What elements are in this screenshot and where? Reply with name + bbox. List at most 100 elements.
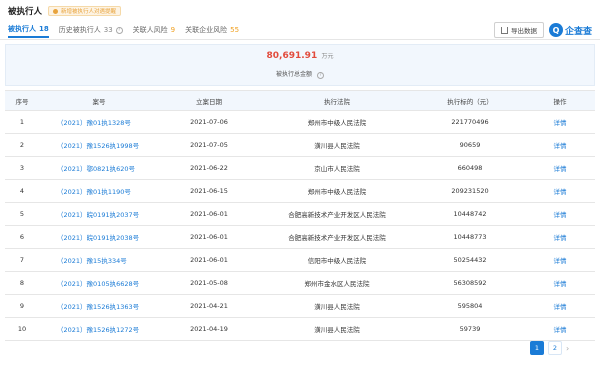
detail-link[interactable]: 详情: [525, 271, 595, 295]
case-number-link[interactable]: （2021）豫1526执1363号: [39, 294, 159, 318]
column-header-amount: 执行标的（元）: [415, 90, 525, 111]
execution-amount: 660498: [415, 156, 525, 180]
row-number: 7: [5, 248, 39, 272]
detail-link[interactable]: 详情: [525, 156, 595, 180]
case-number-link[interactable]: （2021）皖0191执2037号: [39, 202, 159, 226]
filing-date: 2021-07-06: [159, 110, 259, 134]
case-number-link[interactable]: （2021）皖0191执2038号: [39, 225, 159, 249]
header: 被执行人 新增被执行人对遇提醒: [8, 4, 122, 18]
table-row: 9 （2021）豫1526执1363号 2021-04-21 潢川县人民法院 59580…: [5, 294, 595, 318]
execution-amount: 10448773: [415, 225, 525, 249]
summary-panel: 80,691.91 万元 被执行总金额 ?: [5, 44, 595, 86]
logo-icon: Q: [549, 23, 563, 37]
court-name: 京山市人民法院: [259, 156, 415, 180]
case-number-link[interactable]: （2021）豫1526执1998号: [39, 133, 159, 157]
detail-link[interactable]: 详情: [525, 202, 595, 226]
tab-bar: 被执行人 18 历史被执行人 33 ? 关联人风险 9 关联企业风险 55: [8, 22, 249, 38]
tab-related-company-risk[interactable]: 关联企业风险 55: [185, 22, 239, 38]
bell-icon: [53, 8, 59, 14]
court-name: 信阳市中级人民法院: [259, 248, 415, 272]
row-number: 9: [5, 294, 39, 318]
execution-amount: 10448742: [415, 202, 525, 226]
execution-amount: 209231520: [415, 179, 525, 203]
detail-link[interactable]: 详情: [525, 248, 595, 272]
court-name: 郑州市金水区人民法院: [259, 271, 415, 295]
table-row: 5 （2021）皖0191执2037号 2021-06-01 合肥高新技术产业开发区人…: [5, 202, 595, 226]
alert-tag[interactable]: 新增被执行人对遇提醒: [48, 6, 122, 16]
info-icon[interactable]: ?: [115, 26, 123, 34]
filing-date: 2021-06-15: [159, 179, 259, 203]
detail-link[interactable]: 详情: [525, 225, 595, 249]
filing-date: 2021-06-01: [159, 248, 259, 272]
table-row: 10 （2021）豫1526执1272号 2021-04-19 潢川县人民法院 5973…: [5, 317, 595, 341]
table-row: 8 （2021）豫0105执6628号 2021-05-08 郑州市金水区人民法院 56…: [5, 271, 595, 295]
detail-link[interactable]: 详情: [525, 294, 595, 318]
case-number-link[interactable]: （2021）豫1526执1272号: [39, 317, 159, 341]
filing-date: 2021-05-08: [159, 271, 259, 295]
row-number: 4: [5, 179, 39, 203]
court-name: 郑州市中级人民法院: [259, 179, 415, 203]
table-row: 6 （2021）皖0191执2038号 2021-06-01 合肥高新技术产业开发区人…: [5, 225, 595, 249]
case-number-link[interactable]: （2021）豫15执334号: [39, 248, 159, 272]
execution-amount: 90659: [415, 133, 525, 157]
case-number-link[interactable]: （2021）豫01执1328号: [39, 110, 159, 134]
tab-count: 55: [230, 26, 240, 34]
row-number: 1: [5, 110, 39, 134]
total-amount-label: 被执行总金额 ?: [6, 69, 594, 79]
execution-amount: 56308592: [415, 271, 525, 295]
export-button[interactable]: 导出数据: [494, 22, 544, 38]
total-amount: 80,691.91 万元: [6, 51, 594, 61]
row-number: 3: [5, 156, 39, 180]
tab-count: 18: [39, 25, 49, 33]
row-number: 6: [5, 225, 39, 249]
column-header-date: 立案日期: [159, 90, 259, 111]
case-number-link[interactable]: （2021）鄂0821执620号: [39, 156, 159, 180]
detail-link[interactable]: 详情: [525, 317, 595, 341]
table-row: 7 （2021）豫15执334号 2021-06-01 信阳市中级人民法院 502544…: [5, 248, 595, 272]
total-amount-value: 80,691.91: [266, 51, 318, 61]
export-icon: [501, 26, 508, 34]
case-number-link[interactable]: （2021）豫0105执6628号: [39, 271, 159, 295]
detail-link[interactable]: 详情: [525, 110, 595, 134]
logo-text: 企查查: [565, 26, 593, 37]
column-header-case: 案号: [39, 90, 159, 111]
column-header-action: 操作: [525, 90, 595, 111]
tab-executed-person[interactable]: 被执行人 18: [8, 22, 49, 38]
brand-logo: Q 企查查: [549, 22, 592, 38]
court-name: 潢川县人民法院: [259, 133, 415, 157]
row-number: 2: [5, 133, 39, 157]
court-name: 潢川县人民法院: [259, 317, 415, 341]
table-row: 1 （2021）豫01执1328号 2021-07-06 郑州市中级人民法院 22177…: [5, 110, 595, 134]
execution-amount: 50254432: [415, 248, 525, 272]
pagination: 1 2 ›: [530, 341, 569, 355]
filing-date: 2021-06-01: [159, 225, 259, 249]
executed-person-table: 序号 案号 立案日期 执行法院 执行标的（元） 操作 1 （2021）豫01执13…: [5, 90, 595, 341]
tab-history-executed-person[interactable]: 历史被执行人 33 ?: [59, 22, 123, 38]
detail-link[interactable]: 详情: [525, 133, 595, 157]
next-page-icon[interactable]: ›: [566, 344, 569, 353]
table-row: 4 （2021）豫01执1190号 2021-06-15 郑州市中级人民法院 20923…: [5, 179, 595, 203]
court-name: 郑州市中级人民法院: [259, 110, 415, 134]
export-label: 导出数据: [511, 27, 537, 35]
row-number: 10: [5, 317, 39, 341]
execution-amount: 221770496: [415, 110, 525, 134]
execution-amount: 595804: [415, 294, 525, 318]
filing-date: 2021-06-22: [159, 156, 259, 180]
alert-tag-label: 新增被执行人对遇提醒: [61, 9, 117, 15]
info-icon[interactable]: ?: [316, 71, 324, 79]
filing-date: 2021-07-05: [159, 133, 259, 157]
detail-link[interactable]: 详情: [525, 179, 595, 203]
court-name: 潢川县人民法院: [259, 294, 415, 318]
filing-date: 2021-04-21: [159, 294, 259, 318]
page-1-button[interactable]: 1: [530, 341, 544, 355]
court-name: 合肥高新技术产业开发区人民法院: [259, 225, 415, 249]
tab-count: 9: [170, 26, 176, 34]
page-2-button[interactable]: 2: [548, 341, 562, 355]
tab-related-person-risk[interactable]: 关联人风险 9: [133, 22, 175, 38]
tab-label: 关联企业风险: [185, 26, 228, 34]
execution-amount: 59739: [415, 317, 525, 341]
filing-date: 2021-04-19: [159, 317, 259, 341]
tab-label: 被执行人: [8, 25, 36, 33]
tab-label: 关联人风险: [132, 26, 168, 34]
case-number-link[interactable]: （2021）豫01执1190号: [39, 179, 159, 203]
